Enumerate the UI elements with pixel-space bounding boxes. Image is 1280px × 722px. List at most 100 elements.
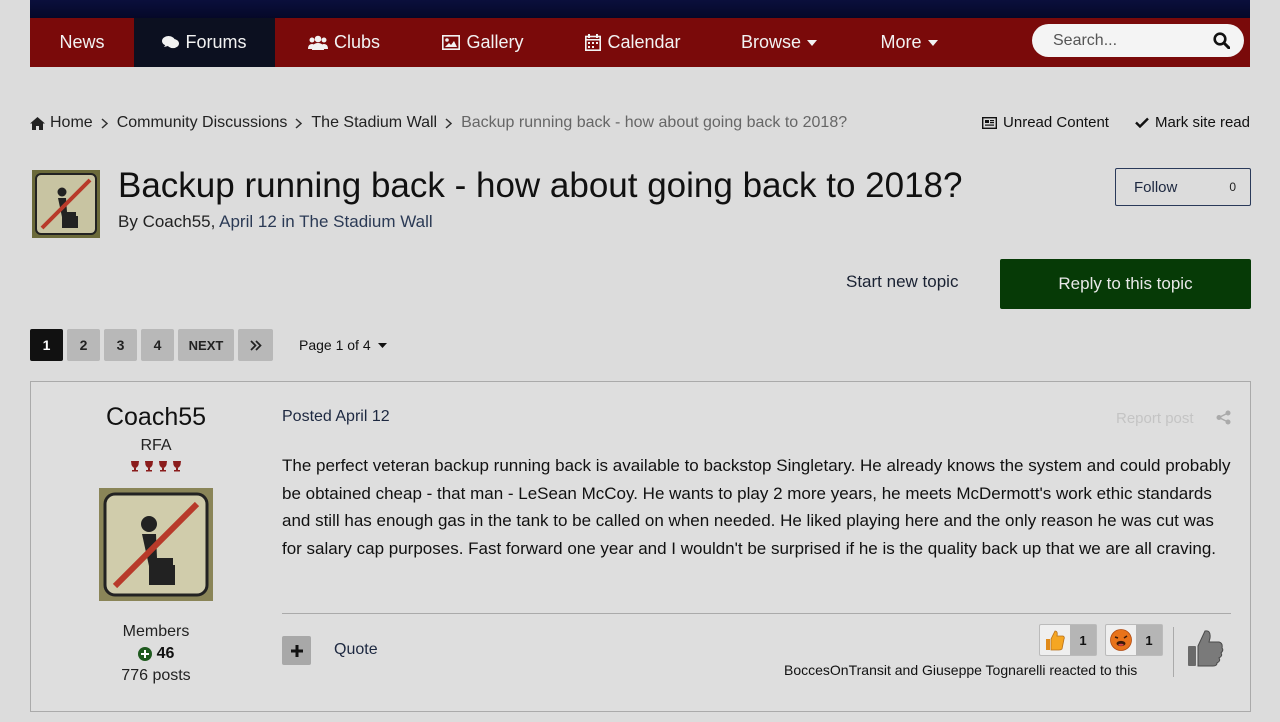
reaction-count: 1 <box>1070 625 1096 655</box>
thumbs-up-icon <box>1040 625 1070 655</box>
chevron-right-icon <box>101 117 108 129</box>
nav-label: Gallery <box>466 32 524 52</box>
post-card: Coach55 RFA Members 46 776 posts Posted … <box>30 381 1251 712</box>
search-input[interactable] <box>1053 31 1193 50</box>
topic-title: Backup running back - how about going ba… <box>118 166 963 205</box>
post-author-name[interactable]: Coach55 <box>31 403 281 432</box>
nav-label: Clubs <box>333 32 381 52</box>
breadcrumb-label: Community Discussions <box>116 114 288 131</box>
follower-count: 0 <box>1229 180 1236 194</box>
page-of-label: Page 1 of 4 <box>299 337 371 353</box>
post-body: The perfect veteran backup running back … <box>282 456 1231 558</box>
mark-site-read-link[interactable]: Mark site read <box>1135 114 1250 131</box>
nav-label: News <box>59 32 105 52</box>
breadcrumb-current: Backup running back - how about going ba… <box>461 114 848 131</box>
unread-content-link[interactable]: Unread Content <box>982 114 1109 131</box>
pagination: 1 2 3 4 NEXT Page 1 of 4 <box>30 329 387 361</box>
page-4-button[interactable]: 4 <box>141 329 174 361</box>
topic-author-link[interactable]: Coach55 <box>143 212 211 231</box>
author-rank: RFA <box>140 437 172 454</box>
topic-date[interactable]: April 12 <box>219 212 277 231</box>
nav-calendar[interactable]: Calendar <box>553 18 713 67</box>
nav-browse[interactable]: Browse <box>713 18 845 67</box>
topic-author-avatar[interactable] <box>32 170 100 238</box>
breadcrumb-community[interactable]: Community Discussions <box>117 114 288 132</box>
post-author-panel: Coach55 RFA Members 46 776 posts <box>31 382 281 685</box>
plus-circle-icon <box>137 647 152 661</box>
post-author-avatar[interactable] <box>99 488 213 601</box>
nav-gallery[interactable]: Gallery <box>413 18 553 67</box>
haha-icon <box>1106 625 1136 655</box>
follow-button[interactable]: Follow 0 <box>1115 168 1251 206</box>
share-icon[interactable] <box>1216 410 1231 425</box>
reaction-count: 1 <box>1136 625 1162 655</box>
post-divider <box>282 613 1231 614</box>
main-nav: News Forums Clubs Gallery Calendar Brows… <box>30 18 1250 67</box>
page-3-button[interactable]: 3 <box>104 329 137 361</box>
search-icon[interactable] <box>1213 32 1230 49</box>
multiquote-button[interactable] <box>282 636 311 665</box>
check-icon <box>1135 117 1149 128</box>
author-reputation: 46 <box>31 645 281 663</box>
page-2-button[interactable]: 2 <box>67 329 100 361</box>
page-1-button[interactable]: 1 <box>30 329 63 361</box>
author-group: Members <box>122 623 190 640</box>
chevron-right-icon <box>445 117 453 129</box>
reply-to-topic-button[interactable]: Reply to this topic <box>1000 259 1251 309</box>
utility-links: Unread Content Mark site read <box>982 114 1250 131</box>
trophy-icon <box>159 461 167 472</box>
search-box <box>1032 24 1244 57</box>
topic-forum-link[interactable]: The Stadium Wall <box>299 212 433 231</box>
start-new-topic-button[interactable]: Start new topic <box>846 272 958 292</box>
last-page-button[interactable] <box>238 329 273 361</box>
nav-label: Calendar <box>607 32 681 52</box>
comments-icon <box>162 36 180 49</box>
in-label: in <box>276 212 300 231</box>
header-banner <box>30 0 1250 18</box>
reaction-haha[interactable]: 1 <box>1105 624 1163 656</box>
breadcrumb-home[interactable]: Home <box>30 114 93 132</box>
thumbs-up-icon[interactable] <box>1186 628 1224 668</box>
nav-label: Forums <box>185 32 247 52</box>
reaction-like[interactable]: 1 <box>1039 624 1097 656</box>
reputation-value: 46 <box>156 645 175 662</box>
double-chevron-right-icon <box>249 339 262 351</box>
breadcrumb-label: Home <box>50 114 93 131</box>
plus-icon <box>290 644 303 657</box>
users-icon <box>307 35 328 50</box>
nav-label: Browse <box>740 32 802 52</box>
mark-read-label: Mark site read <box>1154 114 1250 131</box>
breadcrumb: Home Community Discussions The Stadium W… <box>30 114 847 132</box>
calendar-icon <box>585 34 602 51</box>
follow-label: Follow <box>1134 178 1178 196</box>
nav-forums[interactable]: Forums <box>134 18 275 67</box>
chevron-right-icon <box>295 117 303 129</box>
breadcrumb-label: The Stadium Wall <box>311 114 438 131</box>
topic-meta: By Coach55, April 12 in The Stadium Wall <box>118 212 433 231</box>
author-post-count: 776 posts <box>121 667 191 684</box>
caret-down-icon <box>927 39 938 46</box>
unread-label: Unread Content <box>1003 114 1109 131</box>
by-label: By <box>118 212 143 231</box>
trophy-icon <box>173 461 181 472</box>
image-icon <box>442 35 461 50</box>
reaction-summary: 1 1 <box>1039 624 1163 656</box>
trophy-icon <box>131 461 139 472</box>
quote-button[interactable]: Quote <box>334 641 378 659</box>
caret-down-icon <box>377 342 387 348</box>
reaction-separator <box>1173 627 1174 677</box>
reacted-by-text[interactable]: BoccesOnTransit and Giuseppe Tognarelli … <box>784 662 1137 678</box>
trophy-icon <box>145 461 153 472</box>
post-date[interactable]: Posted April 12 <box>282 408 390 426</box>
home-icon <box>30 116 45 130</box>
nav-clubs[interactable]: Clubs <box>275 18 413 67</box>
nav-more[interactable]: More <box>845 18 973 67</box>
breadcrumb-forum[interactable]: The Stadium Wall <box>311 114 437 132</box>
nav-news[interactable]: News <box>30 18 134 67</box>
page-jump-dropdown[interactable]: Page 1 of 4 <box>299 337 387 353</box>
report-post-link[interactable]: Report post <box>1116 410 1194 427</box>
rank-pips <box>31 460 281 472</box>
caret-down-icon <box>807 39 818 46</box>
next-page-button[interactable]: NEXT <box>178 329 234 361</box>
newspaper-icon <box>982 116 998 129</box>
